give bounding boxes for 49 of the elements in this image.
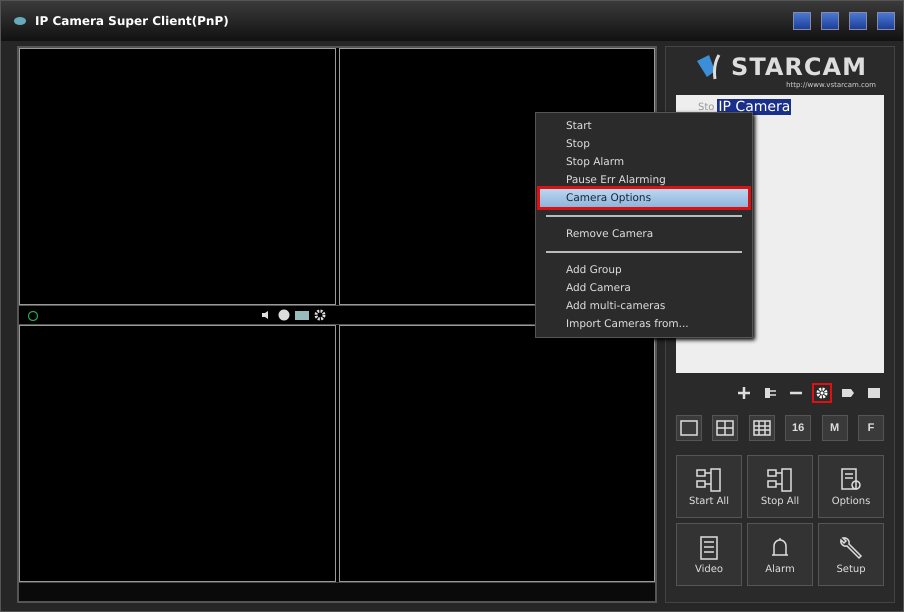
camera-status: Sto <box>698 102 714 112</box>
layout-button[interactable] <box>676 415 702 441</box>
tag-icon <box>841 387 855 399</box>
menu-item[interactable]: Remove Camera <box>540 225 748 243</box>
action-button[interactable]: Setup <box>818 523 884 586</box>
card-icon <box>868 388 880 398</box>
network-icon <box>766 466 794 492</box>
tool-button[interactable] <box>812 383 832 403</box>
record-icon[interactable] <box>278 309 290 321</box>
action-button[interactable]: Options <box>818 455 884 518</box>
snapshot-icon[interactable] <box>295 310 309 320</box>
grid-view-icon <box>752 419 771 437</box>
layout-button[interactable]: M <box>822 415 848 441</box>
menu-item[interactable]: Import Cameras from... <box>540 315 748 333</box>
action-button[interactable]: Video <box>676 523 742 586</box>
settings-icon[interactable] <box>314 309 326 321</box>
single-view-icon <box>680 419 698 437</box>
menu-item[interactable]: Stop Alarm <box>540 153 748 171</box>
menu-item[interactable]: Pause Err Alarming <box>540 171 748 189</box>
close-button[interactable] <box>877 12 895 30</box>
layout-button[interactable] <box>712 415 738 441</box>
menu-item[interactable]: Add Camera <box>540 279 748 297</box>
plug-icon <box>763 386 777 400</box>
settings-document-icon <box>839 466 863 492</box>
quad-view-icon <box>716 419 734 437</box>
action-button[interactable]: Start All <box>676 455 742 518</box>
action-button[interactable]: Alarm <box>747 523 813 586</box>
settings-icon <box>816 387 828 399</box>
menu-item[interactable]: Camera Options <box>540 189 748 207</box>
layout-button[interactable] <box>748 415 775 441</box>
camera-icon <box>13 15 27 27</box>
menu-item[interactable]: Add multi-cameras <box>540 297 748 315</box>
maximize-button[interactable] <box>849 12 867 30</box>
wrench-icon <box>838 534 864 560</box>
tree-item[interactable]: IP Camera <box>717 99 792 115</box>
minimize-button[interactable] <box>821 12 839 30</box>
layout-button[interactable]: F <box>858 415 884 441</box>
menu-item[interactable]: Add Group <box>540 261 748 279</box>
menu-item[interactable]: Stop <box>540 135 748 153</box>
brand-logo: STARCAM <box>731 55 867 79</box>
action-button[interactable]: Stop All <box>747 455 813 518</box>
power-icon[interactable] <box>27 309 39 321</box>
layout-button[interactable]: 16 <box>785 415 812 441</box>
plus-icon <box>737 386 751 400</box>
settings-button[interactable] <box>793 12 811 30</box>
network-icon <box>695 466 723 492</box>
menu-item[interactable]: Start <box>540 117 748 135</box>
document-icon <box>698 534 720 560</box>
window-title: IP Camera Super Client(PnP) <box>35 14 230 28</box>
